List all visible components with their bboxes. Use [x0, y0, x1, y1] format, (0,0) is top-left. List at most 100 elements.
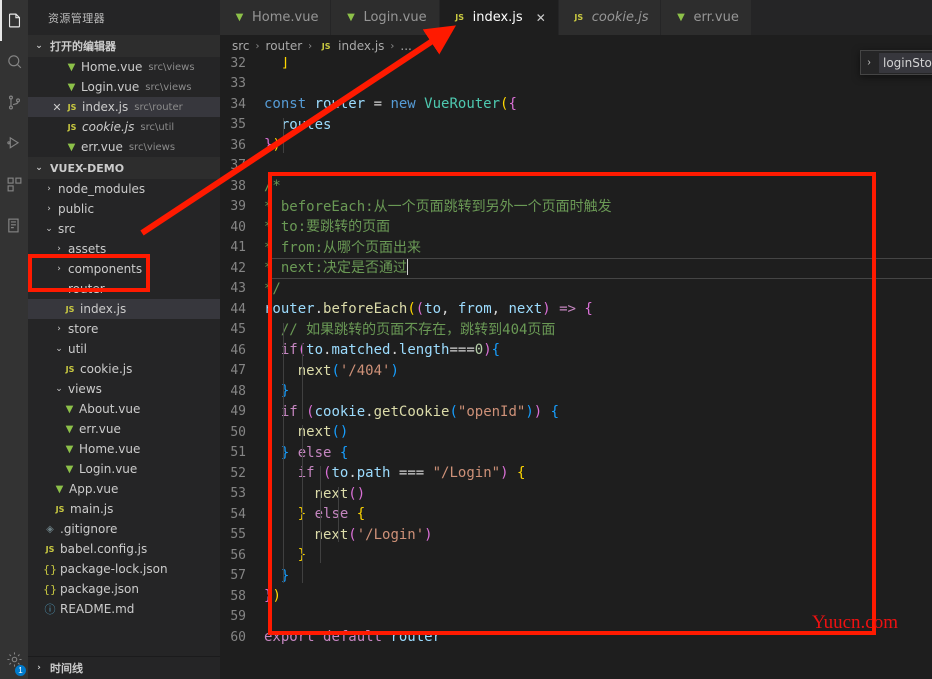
- code-line[interactable]: 36}): [220, 135, 932, 156]
- code-editor[interactable]: 32 ] 33 34 const router = new VueRouter({35…: [220, 57, 932, 679]
- tree-file[interactable]: JS cookie.js: [28, 359, 220, 379]
- code-line[interactable]: 52 if (to.path === "/Login") {: [220, 463, 932, 484]
- open-editor-item[interactable]: ▼ Login.vue src\views: [28, 77, 220, 97]
- open-editor-item[interactable]: JS cookie.js src\util: [28, 117, 220, 137]
- editor-tab[interactable]: ▼ Login.vue: [331, 0, 440, 35]
- tree-folder[interactable]: ⌄ src: [28, 219, 220, 239]
- section-open-editors[interactable]: ⌄ 打开的编辑器: [28, 35, 220, 57]
- tree-folder-name: components: [68, 262, 143, 276]
- breadcrumb-item[interactable]: router: [266, 39, 303, 53]
- line-text: * beforeEach:从一个页面跳转到另外一个页面时触发: [264, 198, 612, 215]
- line-text: if(to.matched.length===0){: [280, 342, 501, 359]
- code-line[interactable]: 56 }: [220, 545, 932, 566]
- tree-folder[interactable]: ⌄ util: [28, 339, 220, 359]
- tree-file-name: .gitignore: [60, 522, 118, 536]
- tree-file[interactable]: JS babel.config.js: [28, 539, 220, 559]
- extensions-icon[interactable]: [0, 164, 28, 205]
- tab-close-icon[interactable]: ✕: [536, 11, 546, 25]
- breadcrumb-item[interactable]: src: [232, 39, 250, 53]
- section-project-root[interactable]: ⌄ VUEX-DEMO: [28, 157, 220, 179]
- close-icon[interactable]: ✕: [50, 101, 64, 114]
- open-editor-name: cookie.js: [82, 120, 135, 134]
- code-line[interactable]: 51 } else {: [220, 443, 932, 464]
- line-text: * next:决定是否通过: [264, 259, 409, 277]
- tree-file-name: About.vue: [79, 402, 141, 416]
- code-line[interactable]: 54 } else {: [220, 504, 932, 525]
- source-control-icon[interactable]: [0, 82, 28, 123]
- editor-tab[interactable]: ▼ Home.vue: [220, 0, 332, 35]
- tree-file[interactable]: {} package-lock.json: [28, 559, 220, 579]
- code-line[interactable]: 37: [220, 156, 932, 177]
- open-editor-item[interactable]: ▼ Home.vue src\views: [28, 57, 220, 77]
- chevron-down-icon: ⌄: [55, 384, 63, 394]
- code-line[interactable]: 43 */: [220, 279, 932, 300]
- line-text: } else {: [280, 444, 349, 461]
- code-line[interactable]: 55 next('/Login'): [220, 525, 932, 546]
- editor-tab[interactable]: JS cookie.js: [558, 0, 662, 35]
- breadcrumb-popup-item[interactable]: loginStore: [879, 52, 932, 73]
- tree-file[interactable]: {} package.json: [28, 579, 220, 599]
- tree-folder[interactable]: › components: [28, 259, 220, 279]
- tree-file[interactable]: ▼ About.vue: [28, 399, 220, 419]
- tree-file-name: package-lock.json: [60, 562, 168, 576]
- explorer-icon[interactable]: [0, 0, 28, 41]
- code-line[interactable]: 38 /*: [220, 176, 932, 197]
- code-line[interactable]: 41 * from:从哪个页面出来: [220, 238, 932, 259]
- code-line[interactable]: 34 const router = new VueRouter({: [220, 94, 932, 115]
- code-line[interactable]: 46 if(to.matched.length===0){: [220, 340, 932, 361]
- breadcrumb-popup[interactable]: › loginStore: [860, 50, 932, 75]
- code-line[interactable]: 49 if (cookie.getCookie("openId")) {: [220, 402, 932, 423]
- code-line[interactable]: 53 next(): [220, 484, 932, 505]
- code-line[interactable]: 40 * to:要跳转的页面: [220, 217, 932, 238]
- code-line[interactable]: 33: [220, 74, 932, 95]
- tree-file[interactable]: ▼ App.vue: [28, 479, 220, 499]
- code-line[interactable]: 32 ]: [220, 57, 932, 74]
- code-line[interactable]: 57 }: [220, 566, 932, 587]
- code-line[interactable]: 44 router.beforeEach((to, from, next) => …: [220, 299, 932, 320]
- editor-tab[interactable]: ▼ err.vue: [661, 0, 752, 35]
- tree-folder[interactable]: › public: [28, 199, 220, 219]
- open-editor-item[interactable]: ▼ err.vue src\views: [28, 137, 220, 157]
- code-line[interactable]: 42 * next:决定是否通过: [220, 258, 932, 279]
- line-number: 44: [230, 301, 246, 317]
- js-file-icon: JS: [321, 41, 331, 51]
- line-number: 33: [230, 76, 246, 92]
- manage-settings-icon[interactable]: 1: [0, 639, 28, 679]
- code-line[interactable]: 50 next(): [220, 422, 932, 443]
- chevron-down-icon: ⌄: [45, 224, 53, 234]
- tree-file[interactable]: ◈ .gitignore: [28, 519, 220, 539]
- code-line[interactable]: 58}): [220, 586, 932, 607]
- breadcrumb-item[interactable]: index.js: [338, 39, 384, 53]
- code-line[interactable]: 35 routes: [220, 115, 932, 136]
- settings-badge: 1: [15, 665, 26, 676]
- line-number: 50: [230, 424, 246, 440]
- open-editor-item[interactable]: ✕ JS index.js src\router: [28, 97, 220, 117]
- code-line[interactable]: 48 }: [220, 381, 932, 402]
- line-number: 37: [230, 158, 246, 174]
- tree-file[interactable]: JS main.js: [28, 499, 220, 519]
- editor-tab[interactable]: JS index.js ✕: [439, 0, 559, 35]
- remote-explorer-icon[interactable]: [0, 205, 28, 246]
- tree-folder[interactable]: ⌄ router: [28, 279, 220, 299]
- tree-folder[interactable]: ⌄ views: [28, 379, 220, 399]
- open-editor-path: src\views: [128, 141, 176, 153]
- code-line[interactable]: 47 next('/404'): [220, 361, 932, 382]
- js-file-icon: JS: [67, 122, 77, 132]
- tree-file[interactable]: ▼ Login.vue: [28, 459, 220, 479]
- run-debug-icon[interactable]: [0, 123, 28, 164]
- tree-file[interactable]: ▼ err.vue: [28, 419, 220, 439]
- tree-file[interactable]: ▼ Home.vue: [28, 439, 220, 459]
- code-line[interactable]: 39 * beforeEach:从一个页面跳转到另外一个页面时触发: [220, 197, 932, 218]
- tree-file[interactable]: JS index.js: [28, 299, 220, 319]
- chevron-right-icon: ›: [37, 663, 41, 673]
- tree-folder[interactable]: › assets: [28, 239, 220, 259]
- search-icon[interactable]: [0, 41, 28, 82]
- tree-folder[interactable]: › node_modules: [28, 179, 220, 199]
- breadcrumb-item[interactable]: ...: [400, 39, 411, 53]
- editor-group: ▼ Home.vue ▼ Login.vue JS index.js ✕ JS cookie.j…: [220, 0, 932, 679]
- tree-folder[interactable]: › store: [28, 319, 220, 339]
- indent-guide: [302, 425, 303, 583]
- tree-file[interactable]: ⓘ README.md: [28, 599, 220, 619]
- code-line[interactable]: 45 // 如果跳转的页面不存在，跳转到404页面: [220, 320, 932, 341]
- section-timeline[interactable]: › 时间线: [28, 656, 220, 679]
